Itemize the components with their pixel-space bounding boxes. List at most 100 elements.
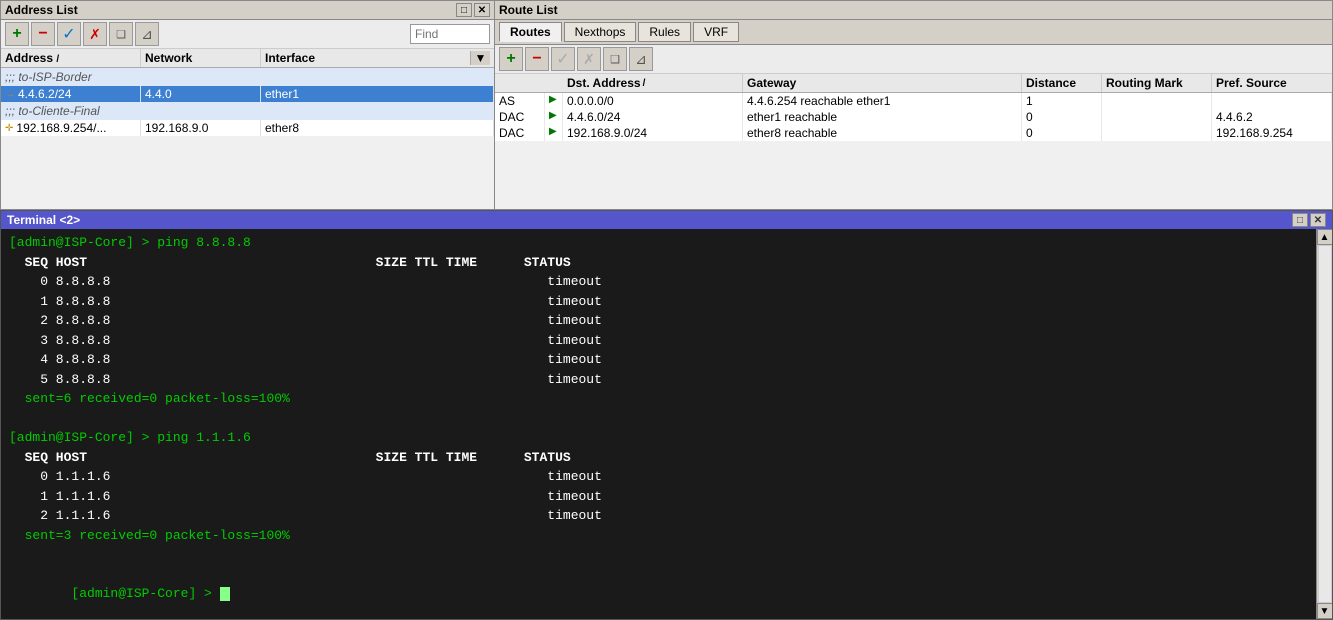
terminal-line-7: 5 8.8.8.8 timeout [9, 370, 1308, 390]
terminal-input-line: [admin@ISP-Core] > [9, 565, 1308, 620]
route-dist-0: 1 [1022, 93, 1102, 109]
terminal-line-8: sent=6 received=0 packet-loss=100% [9, 389, 1308, 409]
route-row-2[interactable]: DAC ▶ 192.168.9.0/24 ether8 reachable 0 … [495, 125, 1332, 141]
route-psrc-1: 4.4.6.2 [1212, 109, 1332, 125]
terminal-line-2: 0 8.8.8.8 timeout [9, 272, 1308, 292]
route-psrc-2: 192.168.9.254 [1212, 125, 1332, 141]
address-cell-addr-1: → 4.4.6.2/24 [1, 86, 141, 102]
route-dist-1: 0 [1022, 109, 1102, 125]
interface-dropdown-button[interactable]: ▼ [470, 51, 490, 65]
tab-routes[interactable]: Routes [499, 22, 562, 42]
terminal-line-4: 2 8.8.8.8 timeout [9, 311, 1308, 331]
route-gw-0: 4.4.6.254 reachable ether1 [743, 93, 1022, 109]
terminal-line-13: 1 1.1.1.6 timeout [9, 487, 1308, 507]
address-group-isp-border: ;;; to-ISP-Border [1, 68, 494, 86]
add-route-button[interactable]: + [499, 47, 523, 71]
terminal-line-11: SEQ HOST SIZE TTL TIME STATUS [9, 448, 1308, 468]
tab-nexthops[interactable]: Nexthops [564, 22, 637, 42]
interface-col-header: Interface ▼ [261, 49, 494, 67]
terminal-window-buttons: □ ✕ [1292, 213, 1326, 227]
address-list-close-button[interactable]: ✕ [474, 3, 490, 17]
route-mark-0 [1102, 93, 1212, 109]
terminal-title: Terminal <2> [7, 213, 80, 227]
route-type-2: DAC [495, 125, 545, 141]
copy-route-button[interactable]: ❑ [603, 47, 627, 71]
terminal-line-14: 2 1.1.1.6 timeout [9, 506, 1308, 526]
terminal-line-16 [9, 545, 1308, 565]
disable-route-button[interactable]: ✗ [577, 47, 601, 71]
tab-vrf[interactable]: VRF [693, 22, 739, 42]
scroll-track[interactable] [1318, 245, 1332, 603]
route-table-header: Dst. Address / Gateway Distance Routing … [495, 74, 1332, 93]
address-cell-net-1: 4.4.0 [141, 86, 261, 102]
terminal-line-0: [admin@ISP-Core] > ping 8.8.8.8 [9, 233, 1308, 253]
filter-address-button[interactable]: ⊿ [135, 22, 159, 46]
route-type-1: DAC [495, 109, 545, 125]
cross-icon-2: ✛ [5, 123, 13, 134]
terminal-body[interactable]: [admin@ISP-Core] > ping 8.8.8.8 SEQ HOST… [1, 229, 1316, 619]
enable-route-button[interactable]: ✓ [551, 47, 575, 71]
remove-address-button[interactable]: − [31, 22, 55, 46]
address-list-title: Address List [5, 3, 78, 17]
address-cell-net-2: 192.168.9.0 [141, 120, 261, 136]
route-type-0: AS [495, 93, 545, 109]
route-gw-col-header: Gateway [743, 74, 1022, 92]
copy-address-button[interactable]: ❑ [109, 22, 133, 46]
scroll-down-button[interactable]: ▼ [1317, 603, 1333, 619]
route-toolbar: + − ✓ ✗ ❑ ⊿ [495, 45, 1332, 74]
address-table-header: Address / Network Interface ▼ [1, 49, 494, 68]
add-address-button[interactable]: + [5, 22, 29, 46]
terminal-cursor [220, 587, 230, 601]
route-mark-1 [1102, 109, 1212, 125]
route-gw-1: ether1 reachable [743, 109, 1022, 125]
route-flag-0: ▶ [545, 93, 563, 109]
address-row-1[interactable]: → 4.4.6.2/24 4.4.0 ether1 [1, 86, 494, 102]
route-list-titlebar: Route List [495, 1, 1332, 20]
route-flag-2: ▶ [545, 125, 563, 141]
address-list-restore-button[interactable]: □ [456, 3, 472, 17]
address-row-2[interactable]: ✛ 192.168.9.254/... 192.168.9.0 ether8 [1, 120, 494, 136]
route-list-title: Route List [499, 3, 558, 17]
terminal-line-3: 1 8.8.8.8 timeout [9, 292, 1308, 312]
disable-address-button[interactable]: ✗ [83, 22, 107, 46]
terminal-prompt: [admin@ISP-Core] > [71, 586, 219, 601]
remove-route-button[interactable]: − [525, 47, 549, 71]
route-gw-2: ether8 reachable [743, 125, 1022, 141]
scroll-up-button[interactable]: ▲ [1317, 229, 1333, 245]
terminal-line-12: 0 1.1.1.6 timeout [9, 467, 1308, 487]
route-dst-0: 0.0.0.0/0 [563, 93, 743, 109]
route-type-col-header [495, 74, 545, 92]
terminal-line-6: 4 8.8.8.8 timeout [9, 350, 1308, 370]
dst-sort-icon: / [643, 78, 646, 89]
network-col-header: Network [141, 49, 261, 67]
route-dist-2: 0 [1022, 125, 1102, 141]
route-row-1[interactable]: DAC ▶ 4.4.6.0/24 ether1 reachable 0 4.4.… [495, 109, 1332, 125]
address-value-2: 192.168.9.254/... [16, 121, 106, 135]
arrow-icon-1: → [5, 89, 15, 100]
route-dst-2: 192.168.9.0/24 [563, 125, 743, 141]
route-dst-col-header: Dst. Address / [563, 74, 743, 92]
address-list-titlebar: Address List □ ✕ [1, 1, 494, 20]
address-sort-icon: / [56, 54, 59, 65]
route-mark-2 [1102, 125, 1212, 141]
enable-address-button[interactable]: ✓ [57, 22, 81, 46]
address-value-1: 4.4.6.2/24 [18, 87, 71, 101]
route-mark-col-header: Routing Mark [1102, 74, 1212, 92]
terminal-line-15: sent=3 received=0 packet-loss=100% [9, 526, 1308, 546]
filter-route-button[interactable]: ⊿ [629, 47, 653, 71]
route-psrc-col-header: Pref. Source [1212, 74, 1332, 92]
find-input[interactable] [410, 24, 490, 44]
terminal-titlebar: Terminal <2> □ ✕ [1, 211, 1332, 229]
terminal-close-button[interactable]: ✕ [1310, 213, 1326, 227]
address-cell-addr-2: ✛ 192.168.9.254/... [1, 120, 141, 136]
address-list-window-buttons: □ ✕ [456, 3, 490, 17]
route-psrc-0 [1212, 93, 1332, 109]
route-row-0[interactable]: AS ▶ 0.0.0.0/0 4.4.6.254 reachable ether… [495, 93, 1332, 109]
route-table-body: AS ▶ 0.0.0.0/0 4.4.6.254 reachable ether… [495, 93, 1332, 209]
terminal-line-5: 3 8.8.8.8 timeout [9, 331, 1308, 351]
route-flag-col-header [545, 74, 563, 92]
address-cell-iface-1: ether1 [261, 86, 494, 102]
terminal-restore-button[interactable]: □ [1292, 213, 1308, 227]
terminal-scrollbar: ▲ ▼ [1316, 229, 1332, 619]
tab-rules[interactable]: Rules [638, 22, 691, 42]
